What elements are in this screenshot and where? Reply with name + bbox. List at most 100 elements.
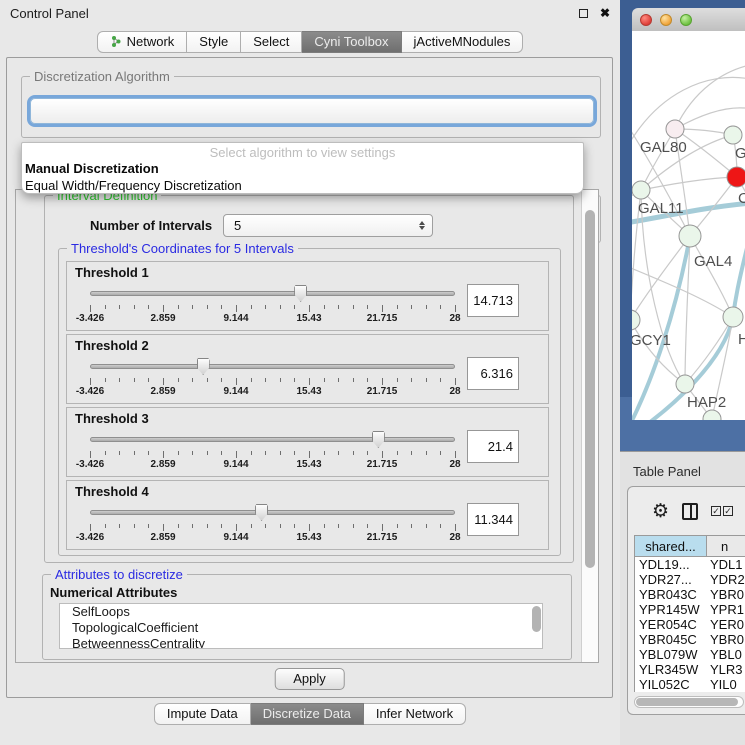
close-window-icon[interactable]: ✖: [600, 6, 610, 20]
name-cell[interactable]: YBR0: [707, 587, 745, 602]
threshold-panel-3: Threshold 3-3.4262.8599.14415.4321.71528…: [66, 407, 549, 477]
dropdown-option-equal-width[interactable]: Equal Width/Frequency Discretization: [22, 177, 583, 194]
slider-thumb[interactable]: [372, 431, 385, 448]
gear-icon[interactable]: ⚙: [652, 502, 669, 521]
name-cell[interactable]: YBL0: [707, 647, 745, 662]
threshold-slider[interactable]: -3.4262.8599.14415.4321.71528: [90, 282, 455, 328]
network-edge[interactable]: [685, 317, 733, 384]
tab-jactivemnodules[interactable]: jActiveMNodules: [402, 31, 524, 53]
network-node-label: GCY1: [632, 332, 671, 349]
shared-name-cell[interactable]: YLR345W: [635, 662, 707, 677]
shared-name-cell[interactable]: YBR043C: [635, 587, 707, 602]
top-tab-bar: Network Style Select Cyni Toolbox jActiv…: [0, 31, 620, 53]
slider-track[interactable]: [90, 291, 455, 296]
table-row[interactable]: YLR345WYLR3: [635, 662, 745, 677]
threshold-slider[interactable]: -3.4262.8599.14415.4321.71528: [90, 428, 455, 474]
vertical-scrollbar-thumb[interactable]: [585, 210, 595, 568]
algorithm-combobox[interactable]: [30, 98, 594, 124]
threshold-value-input[interactable]: 11.344: [467, 503, 519, 536]
column-layout-icon[interactable]: [682, 503, 698, 520]
tick-label: -3.426: [76, 459, 104, 470]
table-row[interactable]: YBR043CYBR0: [635, 587, 745, 602]
minimize-traffic-light-icon[interactable]: [660, 14, 672, 26]
control-panel-window: Control Panel ✖ Network Style Select Cyn…: [0, 0, 620, 745]
network-node-GA-partial[interactable]: [724, 126, 742, 144]
column-header-name[interactable]: n: [707, 536, 745, 556]
tab-network[interactable]: Network: [97, 31, 188, 53]
name-cell[interactable]: YPR1: [707, 602, 745, 617]
dropdown-option-manual[interactable]: Manual Discretization: [22, 160, 583, 177]
network-node-H-partial[interactable]: [723, 307, 743, 327]
horizontal-scrollbar-thumb[interactable]: [636, 698, 738, 706]
tab-discretize-data[interactable]: Discretize Data: [251, 703, 364, 725]
shared-name-cell[interactable]: YPR145W: [635, 602, 707, 617]
tab-select[interactable]: Select: [241, 31, 302, 53]
name-cell[interactable]: YBR0: [707, 632, 745, 647]
float-window-icon[interactable]: [579, 9, 588, 18]
network-node-label: GA: [735, 145, 745, 162]
tick-label: 21.715: [367, 532, 398, 543]
slider-track[interactable]: [90, 510, 455, 515]
table-row[interactable]: YBL079WYBL0: [635, 647, 745, 662]
shared-name-cell[interactable]: YDL19...: [635, 557, 707, 572]
threshold-value-input[interactable]: 14.713: [467, 284, 519, 317]
network-edge[interactable]: [675, 65, 745, 129]
name-cell[interactable]: YDL1: [707, 557, 745, 572]
name-cell[interactable]: YDR2: [707, 572, 745, 587]
slider-thumb[interactable]: [294, 285, 307, 302]
network-node-red-node[interactable]: [727, 167, 745, 187]
column-header-shared-name[interactable]: shared...: [635, 536, 707, 556]
tab-impute-data[interactable]: Impute Data: [154, 703, 251, 725]
tab-infer-network[interactable]: Infer Network: [364, 703, 466, 725]
threshold-panel-1: Threshold 1-3.4262.8599.14415.4321.71528…: [66, 261, 549, 331]
name-cell[interactable]: YLR3: [707, 662, 745, 677]
number-of-intervals-combobox[interactable]: 5: [223, 214, 433, 237]
apply-button[interactable]: Apply: [274, 668, 345, 690]
name-cell[interactable]: YER0: [707, 617, 745, 632]
threshold-slider[interactable]: -3.4262.8599.14415.4321.71528: [90, 355, 455, 401]
tab-style[interactable]: Style: [187, 31, 241, 53]
table-row[interactable]: YIL052CYIL0: [635, 677, 745, 692]
threshold-value-input[interactable]: 6.316: [467, 357, 519, 390]
table-row[interactable]: YBR045CYBR0: [635, 632, 745, 647]
zoom-traffic-light-icon[interactable]: [680, 14, 692, 26]
table-row[interactable]: YPR145WYPR1: [635, 602, 745, 617]
table-row[interactable]: YDR27...YDR2: [635, 572, 745, 587]
horizontal-scrollbar[interactable]: [634, 696, 744, 708]
network-node-label: GAL11: [638, 200, 684, 217]
tab-cyni-toolbox[interactable]: Cyni Toolbox: [302, 31, 401, 53]
bottom-tab-bar: Impute Data Discretize Data Infer Networ…: [0, 703, 620, 725]
network-edge[interactable]: [641, 177, 737, 190]
slider-thumb[interactable]: [197, 358, 210, 375]
slider-track[interactable]: [90, 364, 455, 369]
tick-mark: [178, 524, 179, 528]
vertical-scrollbar[interactable]: [581, 190, 598, 662]
network-node-GAL4[interactable]: [679, 225, 701, 247]
shared-name-cell[interactable]: YDR27...: [635, 572, 707, 587]
select-columns-icon[interactable]: ✓ ✓: [711, 506, 733, 516]
threshold-value-input[interactable]: 21.4: [467, 430, 519, 463]
shared-name-cell[interactable]: YBR045C: [635, 632, 707, 647]
name-cell[interactable]: YIL0: [707, 677, 745, 692]
thresholds-title: Threshold's Coordinates for 5 Intervals: [67, 241, 298, 256]
network-node-HAP2[interactable]: [676, 375, 694, 393]
table-row[interactable]: YER054CYER0: [635, 617, 745, 632]
shared-name-cell[interactable]: YIL052C: [635, 677, 707, 692]
slider-track[interactable]: [90, 437, 455, 442]
network-node-GCY1[interactable]: [632, 310, 640, 330]
network-node-GAL80[interactable]: [666, 120, 684, 138]
network-node-GAL11[interactable]: [632, 181, 650, 199]
table-row[interactable]: YDL19...YDL1: [635, 557, 745, 572]
tick-mark: [134, 305, 135, 309]
list-item[interactable]: TopologicalCoefficient: [72, 620, 542, 636]
threshold-slider[interactable]: -3.4262.8599.14415.4321.71528: [90, 501, 455, 547]
shared-name-cell[interactable]: YBL079W: [635, 647, 707, 662]
list-item[interactable]: SelfLoops: [72, 604, 542, 620]
attributes-list-scrollbar[interactable]: [532, 606, 541, 632]
shared-name-cell[interactable]: YER054C: [635, 617, 707, 632]
slider-tick-labels: -3.4262.8599.14415.4321.71528: [90, 386, 455, 398]
list-item[interactable]: BetweennessCentrality: [72, 636, 542, 649]
close-traffic-light-icon[interactable]: [640, 14, 652, 26]
network-canvas[interactable]: GAL80GACGAL11GAL4GCY1HHAP2: [632, 31, 745, 420]
slider-thumb[interactable]: [255, 504, 268, 521]
